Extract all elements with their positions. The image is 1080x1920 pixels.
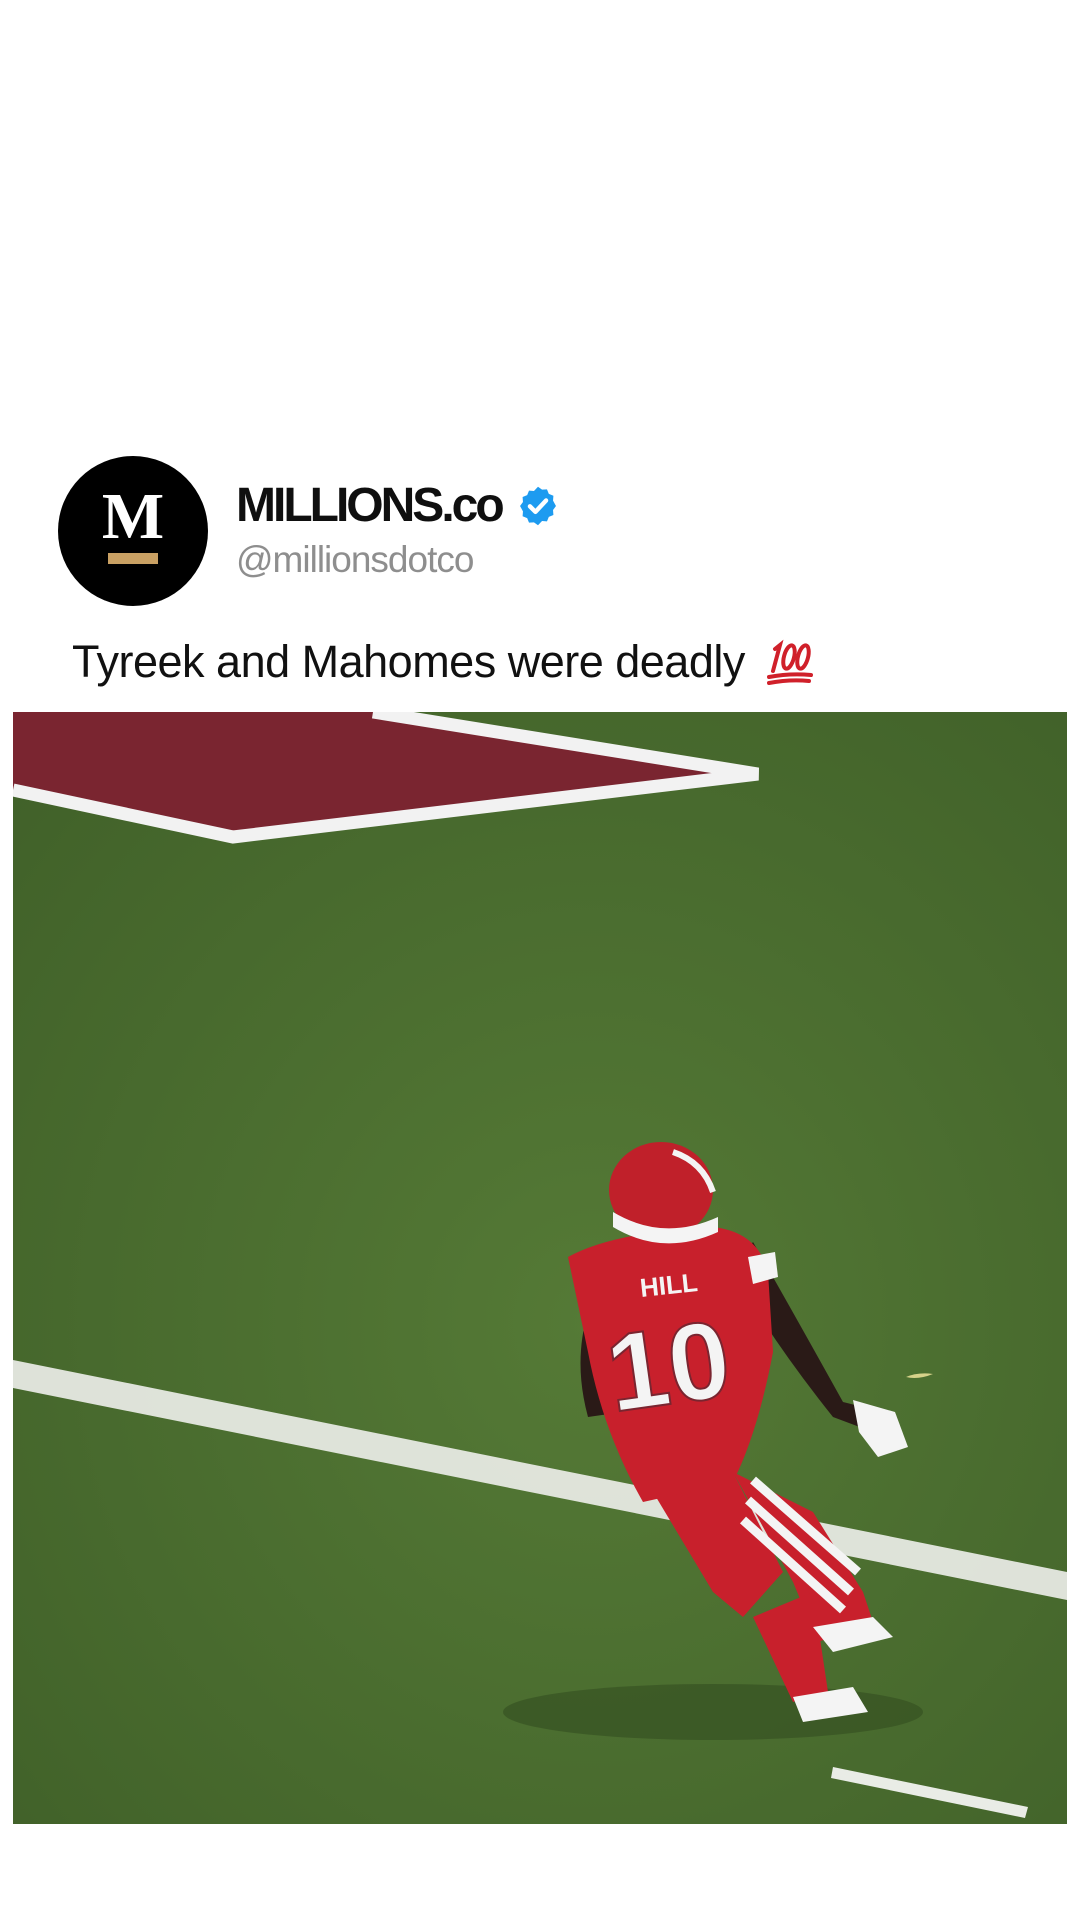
turf xyxy=(13,712,1067,1824)
author-display-name[interactable]: MILLIONS.co xyxy=(236,478,505,534)
jersey-name: HILL xyxy=(638,1267,699,1303)
avatar-logo-bar xyxy=(108,553,158,564)
video-frame-illustration: HILL 10 xyxy=(13,712,1067,1824)
verified-badge-icon xyxy=(519,486,556,526)
author-header[interactable]: M MILLIONS.co @millionsdotco xyxy=(58,456,560,606)
hundred-points-icon xyxy=(766,639,813,685)
post-card: M MILLIONS.co @millionsdotco Tyreek and … xyxy=(0,0,1080,1920)
caption-row: Tyreek and Mahomes were deadly xyxy=(72,628,815,696)
avatar[interactable]: M xyxy=(58,456,208,606)
jersey-number: 10 xyxy=(599,1297,737,1436)
post-video[interactable]: HILL 10 xyxy=(13,712,1067,1824)
author-name-row: MILLIONS.co xyxy=(236,478,560,534)
author-handle[interactable]: @millionsdotco xyxy=(236,536,560,584)
avatar-logo-letter: M xyxy=(101,480,165,553)
author-identity: MILLIONS.co @millionsdotco xyxy=(236,478,560,584)
post-caption: Tyreek and Mahomes were deadly xyxy=(72,636,745,687)
